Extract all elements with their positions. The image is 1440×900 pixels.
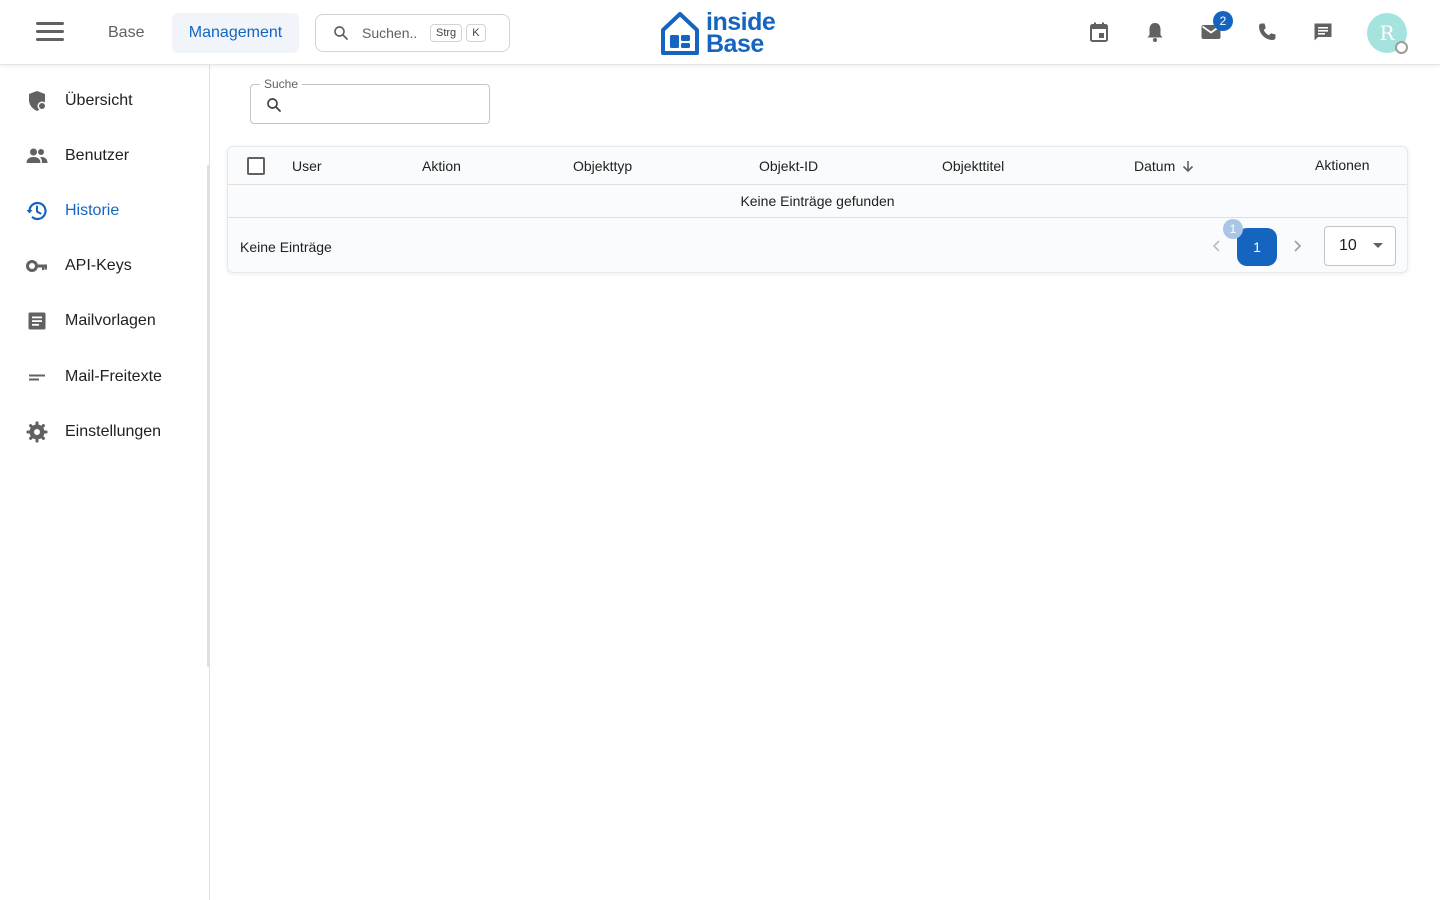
bell-icon[interactable] [1143, 20, 1167, 44]
sidebar-item-api-keys[interactable]: API-Keys [0, 244, 208, 288]
chevron-right-icon[interactable] [1291, 237, 1303, 255]
insidebase-logo[interactable]: inside Base [660, 9, 782, 57]
table-header: User Aktion Objekttyp Objekt-ID Objektti… [228, 147, 1407, 185]
people-icon [26, 148, 48, 163]
column-header-aktionen: Aktionen [1315, 157, 1370, 173]
top-bar: Base Management Suchen... Strg K inside … [0, 0, 1440, 65]
global-search-input[interactable]: Suchen... Strg K [315, 14, 510, 52]
house-logo-icon [661, 12, 699, 55]
sidebar-item-label: Einstellungen [65, 423, 162, 440]
column-header-aktion[interactable]: Aktion [422, 158, 461, 174]
sidebar-item-uebersicht[interactable]: Übersicht [0, 79, 208, 123]
sidebar-item-mail-freitexte[interactable]: Mail-Freitexte [0, 355, 208, 399]
key-icon [26, 260, 47, 272]
history-table: User Aktion Objekttyp Objekt-ID Objektti… [227, 146, 1408, 273]
sidebar: Übersicht Benutzer Historie API-Keys Mai… [0, 65, 210, 900]
sidebar-item-mailvorlagen[interactable]: Mailvorlagen [0, 299, 208, 343]
sidebar-item-label: Benutzer [65, 147, 130, 164]
shield-icon [29, 91, 47, 111]
search-icon [334, 26, 348, 40]
mail-count-badge: 2 [1213, 11, 1233, 31]
rows-per-page-value: 10 [1339, 237, 1357, 254]
short-text-icon [29, 374, 45, 381]
phone-icon[interactable] [1255, 20, 1279, 44]
logo-text: inside Base [706, 10, 776, 58]
search-icon [267, 98, 281, 112]
page-button-current[interactable]: 1 [1237, 228, 1277, 266]
tab-base[interactable]: Base [92, 13, 160, 53]
column-header-objekttitel[interactable]: Objekttitel [942, 158, 1004, 174]
status-indicator [1395, 41, 1408, 54]
sidebar-item-label: API-Keys [65, 257, 132, 274]
hamburger-menu-icon[interactable] [36, 22, 64, 42]
empty-state-row: Keine Einträge gefunden [228, 185, 1407, 218]
page-indicator-bubble: 1 [1223, 219, 1243, 239]
pagination-summary: Keine Einträge [240, 239, 332, 255]
logo-line-base: Base [706, 30, 764, 58]
sidebar-scrollbar[interactable] [207, 165, 210, 667]
column-header-user[interactable]: User [292, 158, 322, 174]
select-all-checkbox[interactable] [247, 157, 265, 175]
suche-label: Suche [260, 77, 303, 91]
shortcut-key-k: K [466, 24, 486, 42]
tab-management[interactable]: Management [172, 13, 299, 53]
sidebar-item-label: Übersicht [65, 92, 133, 109]
sidebar-item-label: Historie [65, 202, 120, 219]
calendar-icon[interactable] [1087, 20, 1111, 44]
sort-arrow-down-icon[interactable] [1181, 159, 1195, 173]
shortcut-key-strg: Strg [430, 24, 463, 42]
suche-input[interactable]: Suche [250, 77, 490, 124]
sidebar-item-einstellungen[interactable]: Einstellungen [0, 410, 208, 454]
chevron-left-icon[interactable] [1211, 237, 1223, 255]
rows-per-page-select[interactable]: 10 [1324, 226, 1396, 266]
article-icon [28, 312, 46, 330]
column-header-datum[interactable]: Datum [1134, 158, 1195, 174]
history-icon [26, 201, 47, 221]
gear-icon [26, 421, 48, 443]
sidebar-item-label: Mailvorlagen [65, 312, 156, 329]
sidebar-item-benutzer[interactable]: Benutzer [0, 134, 208, 178]
sidebar-item-label: Mail-Freitexte [65, 368, 162, 385]
chat-icon[interactable] [1311, 20, 1335, 44]
column-header-objekt-id[interactable]: Objekt-ID [759, 158, 818, 174]
search-placeholder: Suchen... [362, 25, 418, 41]
sidebar-item-historie[interactable]: Historie [0, 189, 208, 233]
column-header-datum-label: Datum [1134, 158, 1176, 174]
column-header-objekttyp[interactable]: Objekttyp [573, 158, 632, 174]
dropdown-arrow-icon [1373, 243, 1383, 248]
